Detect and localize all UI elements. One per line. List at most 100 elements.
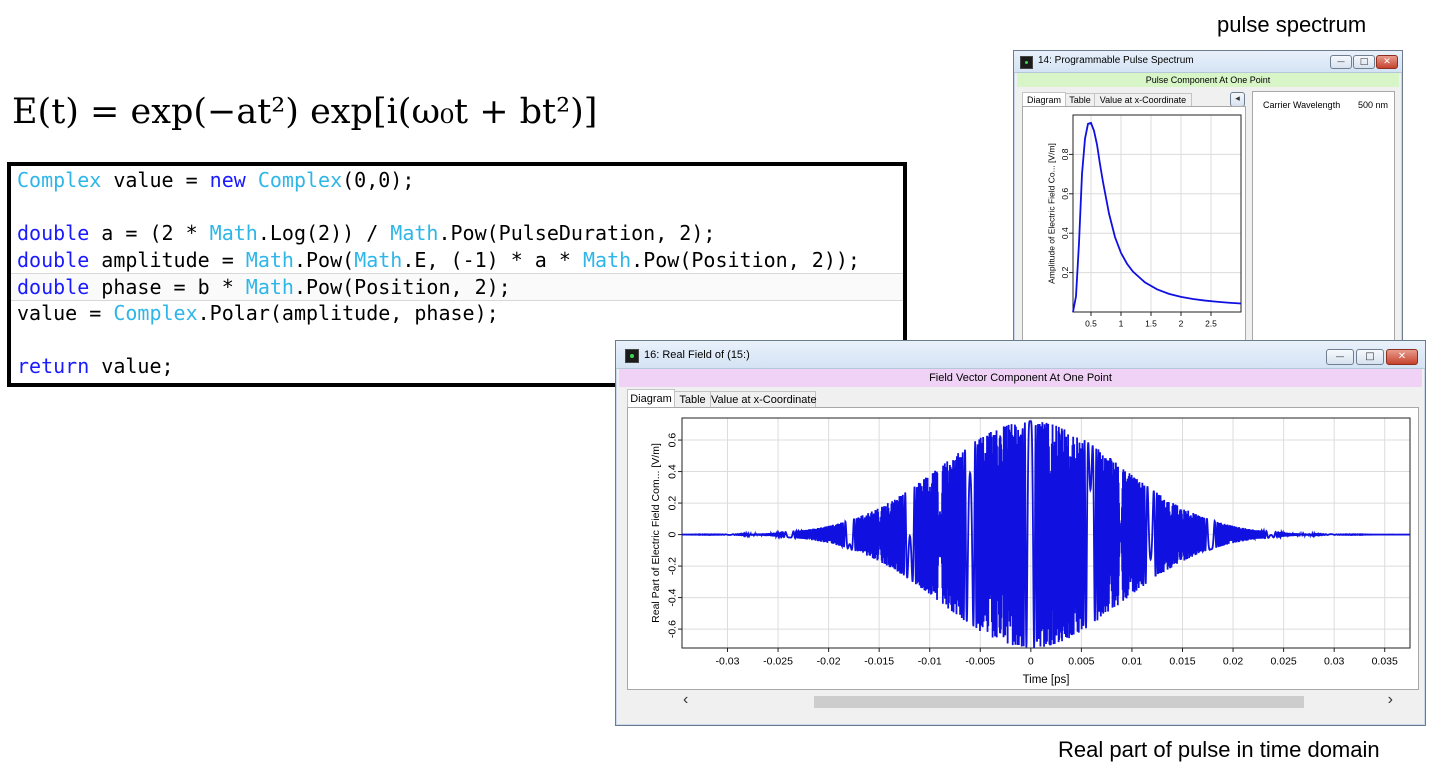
code-token: Complex <box>113 300 198 325</box>
spectrum-caption: pulse spectrum <box>1217 12 1367 37</box>
x-tick-label: -0.015 <box>864 656 894 668</box>
close-button[interactable]: ✕ <box>1376 55 1398 69</box>
x-tick-label: 0.035 <box>1372 656 1398 668</box>
code-token: Math <box>354 247 403 272</box>
code-token: amplitude = <box>89 247 246 272</box>
scroll-left-arrow[interactable]: ‹ <box>683 691 688 709</box>
x-tick-label: 2.5 <box>1205 319 1217 329</box>
y-tick-label: -0.2 <box>667 557 679 575</box>
time-domain-caption: Real part of pulse in time domain <box>1058 737 1380 762</box>
plot-frame <box>1072 114 1242 313</box>
tab-value-at-x[interactable]: Value at x-Coordinate <box>710 391 817 408</box>
x-axis-label: Time [ps] <box>1023 674 1070 686</box>
code-token: .Pow(Position, 2)); <box>631 247 860 272</box>
y-tick-label: 0.4 <box>1060 227 1070 239</box>
real-field-window: 16: Real Field of (15:) — □ ✕ Field Vect… <box>615 340 1426 726</box>
x-tick-label: 0.01 <box>1122 656 1143 668</box>
carrier-wavelength-label: Carrier Wavelength <box>1263 100 1341 110</box>
code-token: double <box>17 221 90 245</box>
field-window-titlebar[interactable]: 16: Real Field of (15:) — □ ✕ <box>616 341 1425 369</box>
y-tick-label: 0.2 <box>667 496 679 511</box>
code-token: value; <box>89 353 174 378</box>
field-plot-area: -0.03 -0.025 -0.02 -0.015 -0.01 -0.005 0 0.005 0… <box>627 407 1419 690</box>
y-tick-label: 0.4 <box>667 464 679 479</box>
x-tick-label: 0.025 <box>1270 656 1296 668</box>
spectrum-window-titlebar[interactable]: 14: Programmable Pulse Spectrum — □ ✕ <box>1014 51 1402 73</box>
x-tick-label: -0.025 <box>763 656 793 668</box>
x-tick-label: 0.005 <box>1068 656 1094 668</box>
code-token: double <box>17 275 90 299</box>
spectrum-window-title: 14: Programmable Pulse Spectrum <box>1038 55 1194 66</box>
y-tick-label: -0.6 <box>667 620 679 638</box>
app-icon <box>625 349 639 363</box>
code-token: .Pow( <box>293 247 355 272</box>
code-line: Complex value = new Complex(0,0); <box>17 167 414 193</box>
carrier-wavelength-value: 500 nm <box>1357 100 1388 110</box>
tab-diagram[interactable]: Diagram <box>627 389 675 408</box>
tab-diagram[interactable]: Diagram <box>1022 92 1066 107</box>
code-token: (0,0); <box>342 168 415 192</box>
tab-table[interactable]: Table <box>1065 93 1095 107</box>
x-tick-label: -0.03 <box>716 656 740 668</box>
panel-toggle-button[interactable]: ◂ <box>1230 92 1245 107</box>
pulse-spectrum-window: 14: Programmable Pulse Spectrum — □ ✕ Pu… <box>1013 50 1403 344</box>
tab-value-at-x[interactable]: Value at x-Coordinate <box>1094 93 1192 107</box>
x-tick-label: 1.5 <box>1145 319 1157 329</box>
code-line: double a = (2 * Math.Log(2)) / Math.Pow(… <box>17 220 715 246</box>
series-line <box>1072 121 1242 313</box>
code-token: phase = b * <box>89 275 246 299</box>
x-tick-label: 1 <box>1119 319 1124 329</box>
x-tick-label: 0 <box>1028 656 1034 668</box>
code-token: new <box>209 168 246 192</box>
code-token: return <box>17 353 90 378</box>
spectrum-detector-band: Pulse Component At One Point <box>1017 73 1399 87</box>
spectrum-plot-area: 0.5 1 1.5 2 2.5 0.2 0.4 0.6 0.8 Amplitude of Elec… <box>1022 106 1246 344</box>
pulse-formula: E(t) = exp(−at²) exp[i(ω₀t + bt²)] <box>12 92 598 132</box>
minimize-button[interactable]: — <box>1330 55 1352 69</box>
code-token: Complex <box>257 168 343 192</box>
code-token: Math <box>209 221 258 245</box>
code-token: Complex <box>17 168 102 192</box>
code-token: double <box>17 247 90 272</box>
field-detector-band: Field Vector Component At One Point <box>619 369 1422 387</box>
x-tick-label: 2 <box>1179 319 1184 329</box>
app-icon <box>1020 56 1033 69</box>
code-line: value = Complex.Polar(amplitude, phase); <box>17 300 499 326</box>
x-tick-label: 0.03 <box>1324 656 1345 668</box>
y-tick-label: 0.8 <box>1060 148 1070 160</box>
field-chart: -0.03 -0.025 -0.02 -0.015 -0.01 -0.005 0 0.005 0… <box>650 417 1411 686</box>
x-tick-label: 0.015 <box>1169 656 1195 668</box>
minimize-button[interactable]: — <box>1326 349 1354 365</box>
tab-table[interactable]: Table <box>674 391 711 408</box>
x-tick-label: 0.5 <box>1085 319 1097 329</box>
x-tick-label: -0.01 <box>918 656 942 668</box>
maximize-button[interactable]: □ <box>1356 349 1384 365</box>
code-line: double amplitude = Math.Pow(Math.E, (-1)… <box>17 247 860 273</box>
field-window-title: 16: Real Field of (15:) <box>644 349 750 361</box>
code-token: value = <box>17 300 114 325</box>
y-axis-label: Amplitude of Electric Field Co... [V/m] <box>1046 143 1056 284</box>
code-token: Math <box>245 275 294 299</box>
code-line: double phase = b * Math.Pow(Position, 2)… <box>11 273 903 301</box>
code-token: .Log(2)) / <box>257 221 391 245</box>
code-token: Math <box>582 247 632 272</box>
spectrum-side-panel: Carrier Wavelength 500 nm <box>1252 91 1395 344</box>
scroll-right-arrow[interactable]: › <box>1388 691 1393 709</box>
code-token: Math <box>390 221 439 245</box>
y-tick-label: 0.2 <box>1060 266 1070 278</box>
code-token: .Polar(amplitude, phase); <box>197 300 499 325</box>
x-tick-label: 0.02 <box>1223 656 1244 668</box>
y-tick-label: -0.4 <box>667 588 679 606</box>
code-token: value = <box>101 168 210 192</box>
y-tick-label: 0 <box>667 531 679 537</box>
code-token: .Pow(PulseDuration, 2); <box>438 221 716 245</box>
horizontal-scrollbar[interactable]: ‹ › <box>671 691 1411 711</box>
code-token: .Pow(Position, 2); <box>293 275 511 299</box>
code-token: a = (2 * <box>89 221 210 245</box>
scroll-thumb[interactable] <box>814 696 1304 708</box>
maximize-button[interactable]: □ <box>1353 55 1375 69</box>
x-tick-label: -0.02 <box>817 656 841 668</box>
close-button[interactable]: ✕ <box>1386 349 1418 365</box>
y-axis-label: Real Part of Electric Field Com... [V/m] <box>650 443 662 623</box>
